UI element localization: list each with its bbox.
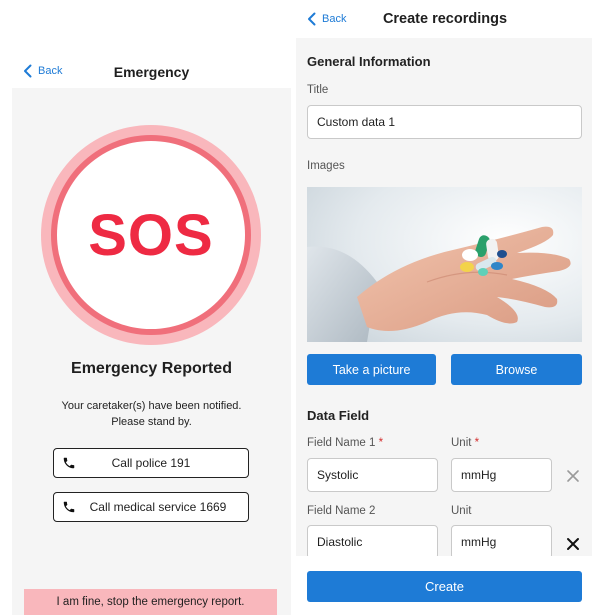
sos-ring: SOS: [51, 135, 251, 335]
field-name-2-input[interactable]: Diastolic: [307, 525, 438, 556]
close-icon[interactable]: [566, 537, 580, 551]
sos-inner-circle: SOS: [57, 141, 245, 329]
images-label: Images: [307, 160, 345, 172]
field-name-2-label: Field Name 2: [307, 505, 375, 517]
unit-1-text: Unit: [451, 437, 472, 449]
phone-icon: [63, 501, 75, 513]
notify-line-1: Your caretaker(s) have been notified.: [61, 400, 242, 412]
title-label: Title: [307, 84, 329, 96]
emergency-screen: Back Emergency SOS Emergency Reported Yo…: [12, 0, 291, 615]
sos-button[interactable]: SOS: [41, 125, 261, 345]
unit-1-input[interactable]: mmHg: [451, 458, 552, 492]
notify-text: Your caretaker(s) have been notified. Pl…: [32, 398, 271, 430]
call-medical-label: Call medical service 1669: [89, 500, 227, 514]
general-information-heading: General Information: [307, 54, 431, 69]
create-header: Back Create recordings: [296, 0, 592, 38]
unit-2-input[interactable]: mmHg: [451, 525, 552, 556]
title-input[interactable]: Custom data 1: [307, 105, 582, 139]
phone-icon: [63, 457, 75, 469]
field-name-1-label: Field Name 1 *: [307, 437, 383, 449]
unit-1-label: Unit *: [451, 437, 479, 449]
field-name-1-text: Field Name 1: [307, 437, 376, 449]
browse-button[interactable]: Browse: [451, 354, 582, 385]
take-picture-button[interactable]: Take a picture: [307, 354, 436, 385]
create-button[interactable]: Create: [307, 571, 582, 602]
emergency-body: SOS Emergency Reported Your caretaker(s)…: [12, 88, 291, 615]
data-field-heading: Data Field: [307, 408, 370, 423]
notify-line-2: Please stand by.: [111, 416, 192, 428]
field-name-1-input[interactable]: Systolic: [307, 458, 438, 492]
close-icon[interactable]: [566, 469, 580, 483]
create-recordings-screen: Back Create recordings General Informati…: [296, 0, 592, 615]
call-police-button[interactable]: Call police 191: [53, 448, 249, 478]
required-marker: *: [474, 437, 480, 449]
unit-2-text: Unit: [451, 505, 472, 517]
uploaded-image: [307, 187, 582, 342]
pills-in-hand-image: [307, 187, 582, 342]
create-form: General Information Title Custom data 1 …: [296, 38, 592, 556]
unit-2-label: Unit: [451, 505, 471, 517]
call-police-label: Call police 191: [111, 456, 191, 470]
sos-label: SOS: [88, 202, 214, 268]
page-title: Emergency: [113, 64, 190, 80]
emergency-header: Back Emergency: [12, 56, 291, 88]
field-name-2-text: Field Name 2: [307, 505, 376, 517]
stop-emergency-button[interactable]: I am fine, stop the emergency report.: [24, 589, 277, 615]
emergency-reported-heading: Emergency Reported: [71, 360, 232, 377]
call-medical-button[interactable]: Call medical service 1669: [53, 492, 249, 522]
page-title: Create recordings: [382, 11, 508, 27]
required-marker: *: [378, 437, 384, 449]
